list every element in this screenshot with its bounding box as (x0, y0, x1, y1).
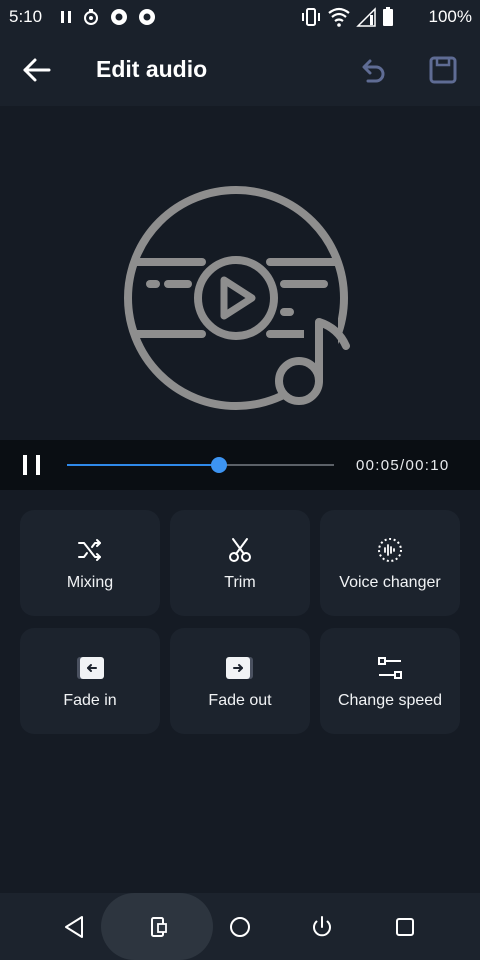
battery-percent: 100% (428, 7, 472, 26)
tool-label: Mixing (66, 574, 114, 591)
screen-rotate-icon[interactable] (144, 913, 172, 941)
tool-grid: Mixing Trim Voice changer Fade in Fade o… (20, 510, 460, 734)
power-icon[interactable] (308, 913, 336, 941)
tool-voice-changer-button[interactable]: Voice changer (320, 510, 460, 616)
sliders-icon (378, 657, 402, 679)
vibrate-icon (302, 8, 320, 26)
back-arrow-icon[interactable] (20, 54, 54, 86)
seek-thumb[interactable] (211, 457, 228, 473)
notification-icon (84, 9, 98, 25)
time-display: 00:05/00:10 (356, 457, 450, 474)
signal-icon (356, 7, 376, 27)
save-icon[interactable] (426, 53, 460, 87)
player-bar: 00:05/00:10 (0, 440, 480, 490)
tool-label: Fade out (208, 692, 272, 709)
battery-icon (383, 7, 393, 26)
wifi-icon (328, 7, 350, 27)
recents-square-icon[interactable] (391, 913, 419, 941)
tool-change-speed-button[interactable]: Change speed (320, 628, 460, 734)
seek-progress (67, 464, 220, 466)
tool-label: Voice changer (339, 574, 441, 591)
tool-trim-button[interactable]: Trim (170, 510, 310, 616)
app-bar: Edit audio (0, 34, 480, 106)
app-icon (111, 9, 127, 25)
tool-fade-in-button[interactable]: Fade in (20, 628, 160, 734)
pause-icon[interactable] (20, 453, 44, 477)
back-triangle-icon[interactable] (60, 913, 88, 941)
page-title: Edit audio (96, 56, 208, 82)
tool-mixing-button[interactable]: Mixing (20, 510, 160, 616)
shuffle-icon (78, 539, 101, 561)
app-icon (139, 9, 155, 25)
seek-bar[interactable] (67, 457, 334, 473)
voice-changer-icon (378, 538, 402, 562)
audio-artwork (124, 186, 350, 410)
status-time: 5:10 (9, 7, 43, 26)
status-bar: 5:10 100% (0, 0, 480, 34)
system-nav-bar (0, 893, 480, 960)
home-circle-icon[interactable] (226, 913, 254, 941)
tool-fade-out-button[interactable]: Fade out (170, 628, 310, 734)
tool-label: Fade in (63, 692, 117, 709)
pause-icon (61, 11, 71, 23)
fade-in-icon (77, 657, 104, 679)
tool-label: Change speed (337, 692, 443, 709)
scissors-icon (229, 538, 251, 562)
undo-icon[interactable] (356, 54, 390, 88)
fade-out-icon (226, 657, 253, 679)
tool-label: Trim (224, 574, 256, 591)
